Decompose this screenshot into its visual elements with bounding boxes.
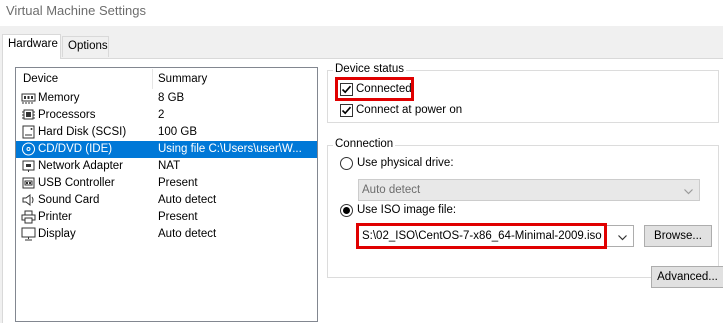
checkmark-icon: [341, 106, 352, 115]
processor-icon: [21, 108, 36, 122]
column-header-summary[interactable]: Summary: [158, 73, 207, 85]
use-iso-image-label[interactable]: Use ISO image file:: [357, 204, 456, 216]
network-adapter-icon: [21, 159, 36, 173]
device-summary: 100 GB: [158, 126, 197, 138]
device-row-memory[interactable]: Memory 8 GB: [16, 90, 317, 107]
column-divider[interactable]: [152, 69, 153, 89]
browse-button[interactable]: Browse...: [644, 225, 712, 247]
device-name: Printer: [38, 211, 72, 223]
iso-image-path-value: S:\02_ISO\CentOS-7-x86_64-Minimal-2009.i…: [362, 230, 602, 242]
connect-at-power-on-checkbox[interactable]: [340, 104, 353, 117]
monitor-icon: [21, 227, 36, 241]
device-name: Sound Card: [38, 194, 100, 206]
device-name: Processors: [38, 109, 96, 121]
device-name: Network Adapter: [38, 160, 124, 172]
device-row-printer[interactable]: Printer Present: [16, 209, 317, 226]
use-iso-image-radio[interactable]: [340, 204, 353, 217]
tab-hardware[interactable]: Hardware: [2, 34, 61, 59]
device-row-processors[interactable]: Processors 2: [16, 107, 317, 124]
device-name: Hard Disk (SCSI): [38, 126, 127, 138]
tab-options[interactable]: Options: [62, 36, 109, 57]
physical-drive-select: Auto detect: [358, 179, 700, 201]
use-physical-drive-label[interactable]: Use physical drive:: [357, 157, 454, 169]
device-summary: 8 GB: [158, 92, 185, 104]
device-row-hard-disk[interactable]: Hard Disk (SCSI) 100 GB: [16, 124, 317, 141]
connect-at-power-on-label[interactable]: Connect at power on: [356, 104, 462, 116]
chevron-down-icon: [684, 186, 693, 198]
device-name: Memory: [38, 92, 80, 104]
device-summary: Auto detect: [158, 228, 217, 240]
device-summary: Auto detect: [158, 194, 217, 206]
use-physical-drive-radio[interactable]: [340, 157, 353, 170]
chevron-down-icon[interactable]: [618, 232, 627, 244]
window-title: Virtual Machine Settings: [6, 3, 146, 18]
connected-checkbox[interactable]: [340, 83, 353, 96]
device-status-label: Device status: [333, 63, 407, 75]
iso-image-path-input[interactable]: S:\02_ISO\CentOS-7-x86_64-Minimal-2009.i…: [358, 225, 634, 247]
physical-drive-value: Auto detect: [362, 184, 421, 196]
connection-label: Connection: [333, 138, 396, 150]
device-list: Device Summary Memory 8 GB Processors 2: [15, 67, 318, 322]
device-name: Display: [38, 228, 76, 240]
checkmark-icon: [341, 85, 352, 94]
device-summary: Present: [158, 177, 198, 189]
usb-icon: [21, 176, 36, 190]
speaker-icon: [21, 193, 36, 207]
device-name: CD/DVD (IDE): [38, 143, 113, 155]
device-row-usb-controller[interactable]: USB Controller Present: [16, 175, 317, 192]
device-summary: Using file C:\Users\user\W...: [158, 143, 302, 155]
radio-selected-dot: [343, 207, 350, 214]
device-row-sound-card[interactable]: Sound Card Auto detect: [16, 192, 317, 209]
printer-icon: [21, 210, 36, 224]
memory-icon: [21, 91, 36, 105]
hard-disk-icon: [21, 125, 36, 139]
advanced-button[interactable]: Advanced...: [651, 266, 723, 288]
device-summary: Present: [158, 211, 198, 223]
device-list-header: Device Summary: [16, 68, 317, 90]
device-name: USB Controller: [38, 177, 115, 189]
dialog-body: Hardware Options Device Summary Memory 8…: [0, 26, 723, 323]
cd-dvd-icon: [21, 142, 36, 156]
device-row-display[interactable]: Display Auto detect: [16, 226, 317, 243]
hardware-panel: Device Summary Memory 8 GB Processors 2: [2, 58, 723, 323]
device-row-network-adapter[interactable]: Network Adapter NAT: [16, 158, 317, 175]
device-summary: 2: [158, 109, 165, 121]
device-row-cd-dvd[interactable]: CD/DVD (IDE) Using file C:\Users\user\W.…: [16, 141, 317, 158]
device-summary: NAT: [158, 160, 181, 172]
connected-label[interactable]: Connected: [356, 83, 412, 95]
title-bar: Virtual Machine Settings: [0, 0, 723, 26]
column-header-device[interactable]: Device: [23, 73, 58, 85]
